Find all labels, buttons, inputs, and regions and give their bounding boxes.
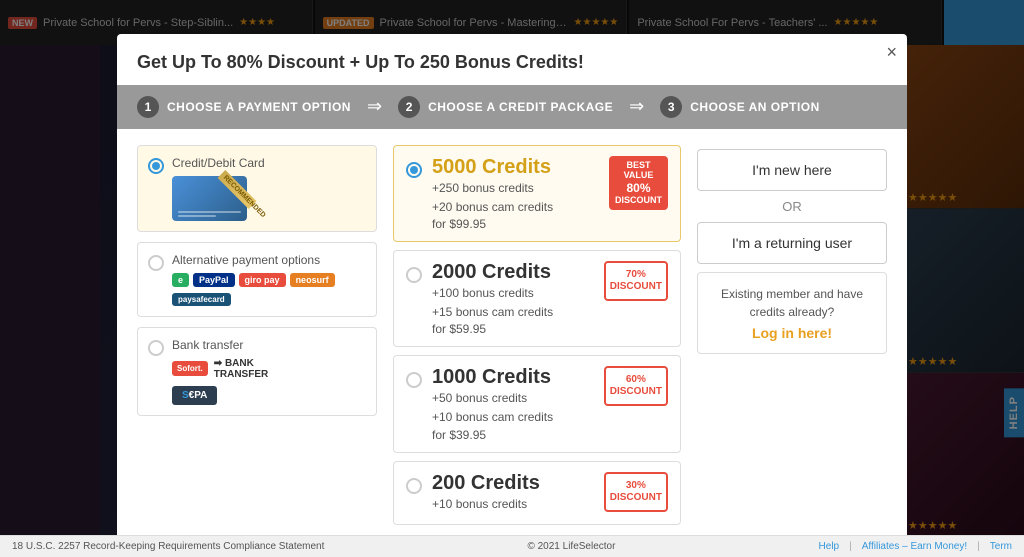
- credit-card-option[interactable]: Credit/Debit Card RECOMMENDED: [137, 145, 377, 232]
- package-1000[interactable]: 1000 Credits +50 bonus credits +10 bonus…: [393, 355, 681, 452]
- modal-title: Get Up To 80% Discount + Up To 250 Bonus…: [137, 52, 584, 72]
- bank-transfer-radio[interactable]: [148, 340, 164, 356]
- package-200[interactable]: 200 Credits +10 bonus credits 30% DISCOU…: [393, 461, 681, 525]
- card-line-1: [178, 211, 241, 213]
- pkg2000-price: for $59.95: [432, 322, 594, 336]
- neosurf-logo: neosurf: [290, 273, 335, 287]
- step-3-num: 3: [660, 96, 682, 118]
- new-user-button[interactable]: I'm new here: [697, 149, 887, 191]
- bank-transfer-option[interactable]: Bank transfer Sofort. ➡ BANKTRANSFER S€P…: [137, 327, 377, 416]
- pkg200-radio[interactable]: [406, 478, 422, 494]
- epay-logo: e: [172, 273, 189, 287]
- modal-overlay: × Get Up To 80% Discount + Up To 250 Bon…: [0, 0, 1024, 557]
- credits-column: 5000 Credits +250 bonus credits +20 bonu…: [393, 145, 685, 533]
- modal-header: Get Up To 80% Discount + Up To 250 Bonus…: [117, 34, 907, 85]
- pkg5000-bonus: +250 bonus credits +20 bonus cam credits: [432, 179, 599, 217]
- link-divider: |: [849, 541, 852, 552]
- close-button[interactable]: ×: [886, 42, 897, 63]
- paysafe-logo: paysafecard: [172, 293, 231, 306]
- alt-payment-content: Alternative payment options e PayPal gir…: [172, 253, 366, 306]
- pkg2000-info: 2000 Credits +100 bonus credits +15 bonu…: [432, 261, 594, 336]
- card-lines: [178, 211, 241, 217]
- pkg5000-radio[interactable]: [406, 162, 422, 178]
- pkg5000-credits: 5000 Credits: [432, 156, 599, 179]
- package-5000[interactable]: 5000 Credits +250 bonus credits +20 bonu…: [393, 145, 681, 242]
- step-1: 1 CHOOSE A PAYMENT OPTION: [137, 96, 351, 118]
- pkg1000-credits: 1000 Credits: [432, 366, 594, 389]
- package-2000[interactable]: 2000 Credits +100 bonus credits +15 bonu…: [393, 250, 681, 347]
- step-arrow-2: ⇒: [629, 96, 644, 117]
- pkg1000-price: for $39.95: [432, 428, 594, 442]
- pkg1000-discount-badge: 60% DISCOUNT: [604, 366, 668, 406]
- step-1-num: 1: [137, 96, 159, 118]
- giropay-logo: giro pay: [239, 273, 286, 287]
- terms-link[interactable]: Term: [990, 541, 1012, 552]
- copyright-text: © 2021 LifeSelector: [527, 541, 615, 552]
- pkg1000-bonus: +50 bonus credits +10 bonus cam credits: [432, 389, 594, 427]
- user-options-column: I'm new here OR I'm a returning user Exi…: [697, 145, 887, 533]
- step-3: 3 CHOOSE AN OPTION: [660, 96, 820, 118]
- alt-payment-radio[interactable]: [148, 255, 164, 271]
- pkg200-discount-badge: 30% DISCOUNT: [604, 472, 668, 512]
- modal-body: Credit/Debit Card RECOMMENDED: [117, 129, 907, 544]
- paypal-logo: PayPal: [193, 273, 235, 287]
- alt-payment-logos: e PayPal giro pay neosurf paysafecard: [172, 273, 366, 306]
- pkg200-bonus: +10 bonus credits: [432, 495, 594, 514]
- modal: × Get Up To 80% Discount + Up To 250 Bon…: [117, 34, 907, 544]
- bank-transfer-label: Bank transfer: [172, 338, 366, 352]
- login-link[interactable]: Log in here!: [708, 325, 876, 341]
- card-visual-wrapper: RECOMMENDED: [172, 176, 247, 221]
- pkg5000-price: for $99.95: [432, 217, 599, 231]
- credit-card-content: Credit/Debit Card RECOMMENDED: [172, 156, 366, 221]
- pkg1000-info: 1000 Credits +50 bonus credits +10 bonus…: [432, 366, 594, 441]
- pkg2000-credits: 2000 Credits: [432, 261, 594, 284]
- step-3-label: CHOOSE AN OPTION: [690, 100, 820, 114]
- pkg1000-radio[interactable]: [406, 372, 422, 388]
- link-divider-2: |: [977, 541, 980, 552]
- or-divider: OR: [697, 199, 887, 214]
- credit-card-label: Credit/Debit Card: [172, 156, 366, 170]
- credit-card-radio[interactable]: [148, 158, 164, 174]
- pkg200-credits: 200 Credits: [432, 472, 594, 495]
- sofort-logo: Sofort.: [172, 361, 208, 376]
- pkg2000-bonus: +100 bonus credits +15 bonus cam credits: [432, 284, 594, 322]
- sepa-logo: S€PA: [172, 386, 217, 405]
- compliance-text: 18 U.S.C. 2257 Record-Keeping Requiremen…: [12, 541, 324, 552]
- existing-member-text: Existing member and have credits already…: [721, 287, 863, 319]
- step-2-label: CHOOSE A CREDIT PACKAGE: [428, 100, 613, 114]
- alt-payment-option[interactable]: Alternative payment options e PayPal gir…: [137, 242, 377, 317]
- bottom-bar: 18 U.S.C. 2257 Record-Keeping Requiremen…: [0, 535, 1024, 557]
- steps-bar: 1 CHOOSE A PAYMENT OPTION ⇒ 2 CHOOSE A C…: [117, 85, 907, 129]
- pkg5000-info: 5000 Credits +250 bonus credits +20 bonu…: [432, 156, 599, 231]
- bottom-links: Help | Affiliates – Earn Money! | Term: [819, 541, 1012, 552]
- help-link[interactable]: Help: [819, 541, 840, 552]
- alt-payment-label: Alternative payment options: [172, 253, 366, 267]
- bank-transfer-logos: Sofort. ➡ BANKTRANSFER: [172, 358, 366, 380]
- existing-member-box: Existing member and have credits already…: [697, 272, 887, 354]
- step-1-label: CHOOSE A PAYMENT OPTION: [167, 100, 351, 114]
- pkg2000-radio[interactable]: [406, 267, 422, 283]
- affiliates-link[interactable]: Affiliates – Earn Money!: [862, 541, 967, 552]
- bank-transfer-content: Bank transfer Sofort. ➡ BANKTRANSFER S€P…: [172, 338, 366, 405]
- returning-user-button[interactable]: I'm a returning user: [697, 222, 887, 264]
- card-line-2: [178, 215, 216, 217]
- step-arrow-1: ⇒: [367, 96, 382, 117]
- payment-column: Credit/Debit Card RECOMMENDED: [137, 145, 377, 533]
- step-2-num: 2: [398, 96, 420, 118]
- step-2: 2 CHOOSE A CREDIT PACKAGE: [398, 96, 613, 118]
- pkg200-info: 200 Credits +10 bonus credits: [432, 472, 594, 514]
- best-value-badge: BEST VALUE 80% DISCOUNT: [609, 156, 668, 211]
- bank-transfer-text: ➡ BANKTRANSFER: [214, 358, 268, 380]
- pkg2000-discount-badge: 70% DISCOUNT: [604, 261, 668, 301]
